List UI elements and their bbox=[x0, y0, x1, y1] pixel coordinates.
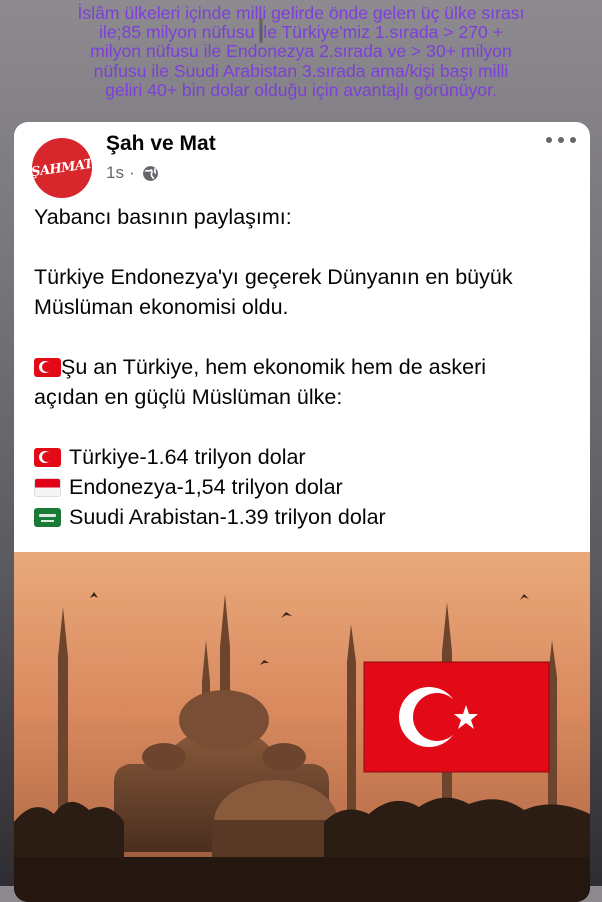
story-caption: İslâm ülkeleri içinde milli gelirde önde… bbox=[0, 0, 602, 128]
avatar-logo-text: ŞAHMAT bbox=[32, 156, 92, 180]
post-timestamp[interactable]: 1s bbox=[106, 163, 124, 183]
meta-separator: · bbox=[128, 163, 135, 182]
turkey-flag-icon bbox=[34, 447, 61, 467]
globe-icon bbox=[142, 165, 158, 181]
ranking-text: Endonezya-1,54 trilyon dolar bbox=[69, 475, 343, 499]
ranking-item: Türkiye-1.64 trilyon dolar bbox=[34, 442, 574, 472]
post-intro: Yabancı basının paylaşımı: bbox=[34, 205, 292, 229]
page-name-link[interactable]: Şah ve Mat bbox=[106, 132, 216, 156]
post-text: Yabancı basının paylaşımı: Türkiye Endon… bbox=[34, 202, 574, 532]
mosque-with-turkish-flag-image[interactable] bbox=[14, 552, 590, 902]
post-statement-line: açıdan en güçlü Müslüman ülke: bbox=[34, 385, 343, 409]
text-cursor-icon: I bbox=[256, 12, 267, 52]
caption-line: milyon nüfusu ile Endonezya 2.sırada ve … bbox=[90, 41, 512, 62]
avatar[interactable]: ŞAHMAT bbox=[32, 138, 92, 198]
caption-line: nüfusu ile Suudi Arabistan 3.sırada ama/… bbox=[93, 60, 509, 81]
facebook-post-card: ŞAHMAT Şah ve Mat 1s · Yabancı basının p… bbox=[14, 122, 590, 902]
more-options-icon[interactable] bbox=[546, 134, 576, 146]
ranking-text: Türkiye-1.64 trilyon dolar bbox=[69, 445, 306, 469]
post-headline-line: Türkiye Endonezya'yı geçerek Dünyanın en… bbox=[34, 265, 513, 289]
indonesia-flag-icon bbox=[34, 477, 61, 497]
saudi-arabia-flag-icon bbox=[34, 507, 61, 527]
caption-line: ile;85 milyon nüfusu ile Türkiye'miz 1.s… bbox=[99, 22, 503, 43]
ranking-item: Endonezya-1,54 trilyon dolar bbox=[34, 472, 574, 502]
post-headline-line: Müslüman ekonomisi oldu. bbox=[34, 295, 289, 319]
post-statement-line: Şu an Türkiye, hem ekonomik hem de asker… bbox=[34, 352, 574, 382]
turkey-flag-icon bbox=[34, 357, 61, 377]
ranking-text: Suudi Arabistan-1.39 trilyon dolar bbox=[69, 505, 386, 529]
post-meta: 1s · bbox=[106, 163, 159, 183]
statement-text: Şu an Türkiye, hem ekonomik hem de asker… bbox=[61, 355, 487, 379]
caption-line: İslâm ülkeleri içinde milli gelirde önde… bbox=[77, 3, 525, 23]
ranking-item: Suudi Arabistan-1.39 trilyon dolar bbox=[34, 502, 574, 532]
caption-line: geliri 40+ bin dolar olduğu için avantaj… bbox=[105, 79, 497, 100]
